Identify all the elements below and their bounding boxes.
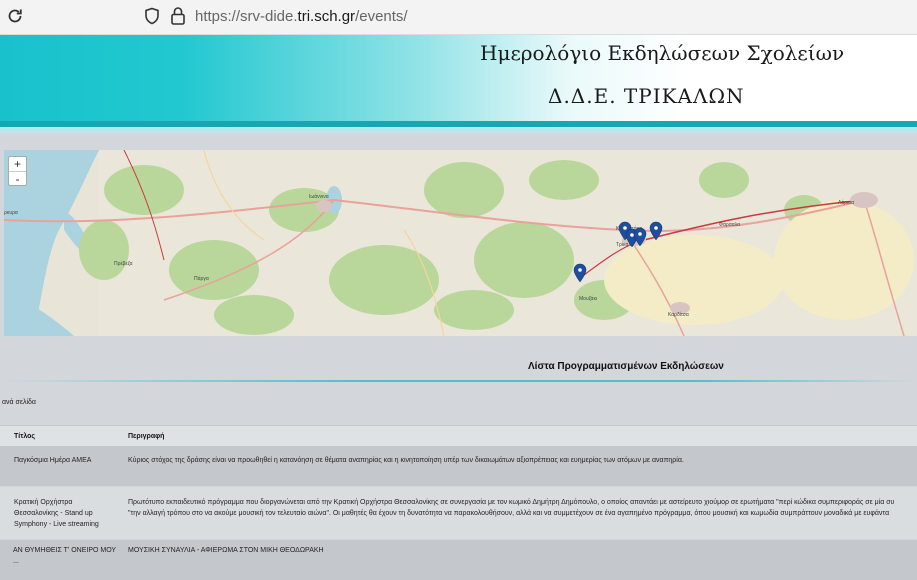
- column-header-description[interactable]: Περιγραφή: [128, 433, 164, 440]
- map-zoom-control: + -: [8, 156, 27, 186]
- header-divider-light: [0, 127, 917, 133]
- site-title: Ημερολόγιο Εκδηλώσεων Σχολείων: [480, 41, 845, 65]
- table-row[interactable]: ΑΝ ΘΥΜΗΘΕΙΣ Τ' ΟΝΕΙΡΟ ΜΟΥ ... ΜΟΥΣΙΚΗ ΣΥ…: [0, 540, 917, 580]
- map-label-kerkyra: ρκυρα: [4, 210, 18, 216]
- url-prefix: https://srv-dide.: [195, 8, 298, 25]
- per-page-label: ανά σελίδα: [2, 399, 36, 406]
- url-path: /events/: [355, 8, 408, 25]
- shield-icon[interactable]: [144, 7, 160, 25]
- table-row[interactable]: Παγκόσμια Ημέρα ΑΜΕΑ Κύριος στόχος της δ…: [0, 446, 917, 486]
- url-host: tri.sch.gr: [297, 8, 356, 25]
- map-tiles: ρκυρα Ιωάννινα Τρίκαλα Λάρισα Καρδίτσα Κ…: [4, 150, 917, 336]
- map-label-parga: Πάργα: [194, 275, 209, 282]
- lock-icon[interactable]: [170, 6, 186, 26]
- address-bar[interactable]: https://srv-dide.tri.sch.gr/events/: [195, 8, 408, 25]
- event-title[interactable]: Κρατική Ορχήστρα Θεσσαλονίκης - Stand up…: [14, 497, 112, 530]
- map-label-larisa: Λάρισα: [838, 199, 854, 206]
- reload-icon[interactable]: [6, 7, 24, 25]
- map-label-farsala: Φάρσαλα: [719, 221, 740, 228]
- map-label-mouzaki: Μουζάκι: [579, 295, 597, 302]
- column-header-title[interactable]: Τίτλος: [14, 433, 35, 440]
- map-label-ioannina: Ιωάννινα: [309, 193, 329, 200]
- event-title[interactable]: ΑΝ ΘΥΜΗΘΕΙΣ Τ' ΟΝΕΙΡΟ ΜΟΥ ...: [13, 545, 123, 567]
- browser-toolbar: https://srv-dide.tri.sch.gr/events/: [0, 0, 917, 35]
- event-title[interactable]: Παγκόσμια Ημέρα ΑΜΕΑ: [14, 455, 112, 466]
- site-subtitle: Δ.Δ.Ε. ΤΡΙΚΑΛΩΝ: [548, 84, 745, 108]
- event-description: Κύριος στόχος της δράσης είναι να προωθη…: [128, 457, 684, 464]
- map-label-preveza: Πρέβεζα: [114, 260, 133, 267]
- event-description-line: Πρωτότυπο εκπαιδευτικό πρόγραμμα που διο…: [128, 499, 895, 506]
- map-label-karditsa: Καρδίτσα: [668, 312, 689, 318]
- event-description: ΜΟΥΣΙΚΗ ΣΥΝΑΥΛΙΑ - ΑΦΙΕΡΩΜΑ ΣΤΟΝ ΜΙΚΗ ΘΕ…: [128, 547, 324, 554]
- list-title: Λίστα Προγραμματισμένων Εκδηλώσεων: [528, 361, 724, 372]
- zoom-out-button[interactable]: -: [9, 172, 26, 186]
- zoom-in-button[interactable]: +: [9, 157, 26, 172]
- events-map[interactable]: ρκυρα Ιωάννινα Τρίκαλα Λάρισα Καρδίτσα Κ…: [4, 150, 917, 336]
- event-description-line: "την αλλαγή τρόπου στο να ακούμε μουσική…: [128, 510, 890, 517]
- table-header: Τίτλος Περιγραφή: [0, 425, 917, 446]
- table-row[interactable]: Κρατική Ορχήστρα Θεσσαλονίκης - Stand up…: [0, 487, 917, 539]
- list-divider: [0, 380, 917, 382]
